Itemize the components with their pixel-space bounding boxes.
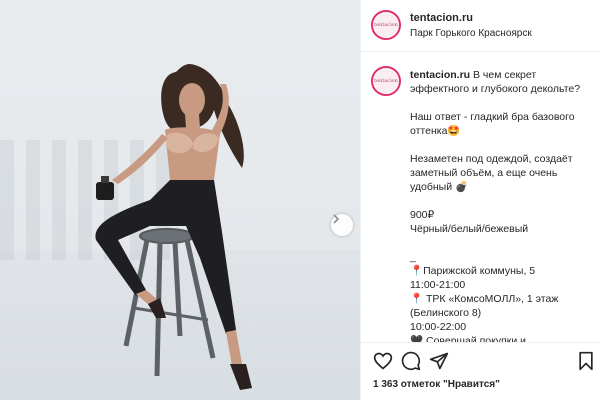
post-actions: 1 363 отметок "Нравится": [361, 342, 600, 400]
avatar-logo-text: tentacion: [374, 13, 398, 37]
bookmark-icon: [579, 351, 593, 371]
comment-icon: [401, 351, 421, 371]
save-button[interactable]: [577, 351, 597, 371]
share-icon: [429, 352, 449, 370]
chevron-right-icon: [333, 214, 340, 224]
photo-subject: [95, 64, 252, 390]
caption-text: В чем секрет эффектного и глубокого деко…: [410, 69, 581, 342]
like-button[interactable]: [373, 351, 393, 371]
caption-username-link[interactable]: tentacion.ru: [410, 69, 470, 81]
next-photo-button[interactable]: [331, 214, 353, 236]
share-button[interactable]: [429, 351, 449, 371]
heart-icon: [373, 352, 393, 370]
post-photo[interactable]: [0, 0, 360, 400]
post-caption: tentacion tentacion.ru В чем секрет эффе…: [361, 60, 600, 342]
location-link[interactable]: Парк Горького Красноярск: [410, 28, 532, 39]
likes-count[interactable]: 1 363 отметок "Нравится": [373, 379, 500, 390]
comment-button[interactable]: [401, 351, 421, 371]
caption-text-block: tentacion.ru В чем секрет эффектного и г…: [410, 68, 596, 342]
caption-avatar[interactable]: tentacion: [371, 66, 401, 96]
post-side-panel: tentacion tentacion.ru Парк Горького Кра…: [360, 0, 600, 400]
username-link[interactable]: tentacion.ru: [410, 12, 473, 24]
avatar[interactable]: tentacion: [371, 10, 401, 40]
caption-avatar-logo-text: tentacion: [374, 69, 398, 93]
post-header: tentacion tentacion.ru Парк Горького Кра…: [361, 0, 600, 52]
